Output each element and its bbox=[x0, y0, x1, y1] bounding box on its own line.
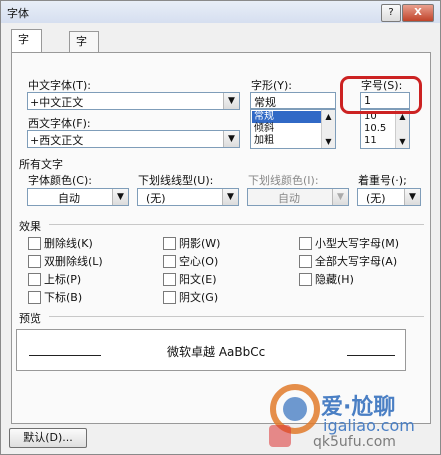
west-font-label: 西文字体(F): bbox=[28, 117, 91, 130]
title-bar: 字体 ? X bbox=[1, 1, 440, 23]
emphasis-value: (无) bbox=[366, 192, 386, 205]
scroll-down-icon[interactable]: ▼ bbox=[396, 135, 409, 148]
style-option-italic[interactable]: 倾斜 bbox=[252, 123, 321, 135]
emphasis-select[interactable]: (无) ▼ bbox=[357, 188, 421, 206]
cn-font-select[interactable]: +中文正文 ▼ bbox=[27, 92, 240, 110]
window-title: 字体 bbox=[7, 7, 29, 20]
style-input-value: 常规 bbox=[254, 96, 276, 109]
font-color-select[interactable]: 自动 ▼ bbox=[27, 188, 129, 206]
all-caps-checkbox[interactable] bbox=[299, 255, 312, 268]
font-color-value: 自动 bbox=[58, 192, 80, 205]
scroll-down-icon[interactable]: ▼ bbox=[322, 135, 335, 148]
emboss-label: 阳文(E) bbox=[179, 273, 217, 286]
watermark-domain: igaliao.com bbox=[323, 416, 415, 435]
outline-label: 空心(O) bbox=[179, 255, 219, 268]
west-font-select[interactable]: +西文正文 ▼ bbox=[27, 130, 240, 148]
hidden-label: 隐藏(H) bbox=[315, 273, 354, 286]
size-list[interactable]: 10 10.5 11 ▲ ▼ bbox=[360, 109, 410, 149]
double-strikethrough-label: 双删除线(L) bbox=[44, 255, 103, 268]
cn-font-value: +中文正文 bbox=[30, 96, 84, 109]
underline-color-value: 自动 bbox=[278, 192, 300, 205]
divider bbox=[49, 224, 424, 225]
underline-color-select: 自动 ▼ bbox=[247, 188, 349, 206]
cn-font-label: 中文字体(T): bbox=[28, 79, 92, 92]
superscript-label: 上标(P) bbox=[44, 273, 82, 286]
style-option-bold[interactable]: 加粗 bbox=[252, 135, 321, 147]
superscript-checkbox[interactable] bbox=[28, 273, 41, 286]
size-option[interactable]: 10.5 bbox=[362, 123, 395, 135]
style-input[interactable]: 常规 bbox=[250, 92, 336, 109]
preview-box: 微软卓越 AaBbCc bbox=[16, 329, 406, 371]
chevron-down-icon[interactable]: ▼ bbox=[222, 189, 238, 205]
tab-font[interactable]: 字体(N) bbox=[11, 29, 42, 86]
engrave-label: 阴文(G) bbox=[179, 291, 219, 304]
preview-sample-text: 微软卓越 AaBbCc bbox=[167, 345, 266, 359]
style-option-regular[interactable]: 常规 bbox=[252, 111, 321, 123]
style-label: 字形(Y): bbox=[251, 79, 293, 92]
small-caps-checkbox[interactable] bbox=[299, 237, 312, 250]
close-button[interactable]: X bbox=[402, 4, 434, 22]
style-scrollbar[interactable]: ▲ ▼ bbox=[321, 110, 335, 148]
underline-value: (无) bbox=[146, 192, 166, 205]
underline-color-label: 下划线颜色(I): bbox=[248, 174, 319, 187]
emboss-checkbox[interactable] bbox=[163, 273, 176, 286]
chevron-down-icon: ▼ bbox=[332, 189, 348, 205]
divider bbox=[49, 316, 424, 317]
style-list[interactable]: 常规 倾斜 加粗 ▲ ▼ bbox=[250, 109, 336, 149]
chevron-down-icon[interactable]: ▼ bbox=[223, 131, 239, 147]
underline-label: 下划线线型(U): bbox=[138, 174, 214, 187]
chevron-down-icon[interactable]: ▼ bbox=[223, 93, 239, 109]
annotation-highlight bbox=[340, 76, 422, 114]
tab-char-spacing[interactable]: 字符间距(R) bbox=[69, 31, 100, 128]
shadow-checkbox[interactable] bbox=[163, 237, 176, 250]
all-caps-label: 全部大写字母(A) bbox=[315, 255, 398, 268]
small-caps-label: 小型大写字母(M) bbox=[315, 237, 400, 250]
baseline-right bbox=[347, 355, 395, 356]
strikethrough-checkbox[interactable] bbox=[28, 237, 41, 250]
subscript-checkbox[interactable] bbox=[28, 291, 41, 304]
font-color-label: 字体颜色(C): bbox=[28, 174, 92, 187]
preview-section-label: 预览 bbox=[19, 312, 41, 325]
double-strikethrough-checkbox[interactable] bbox=[28, 255, 41, 268]
hidden-checkbox[interactable] bbox=[299, 273, 312, 286]
chevron-down-icon[interactable]: ▼ bbox=[404, 189, 420, 205]
west-font-value: +西文正文 bbox=[30, 134, 84, 147]
size-option[interactable]: 11 bbox=[362, 135, 395, 147]
strikethrough-label: 删除线(K) bbox=[44, 237, 93, 250]
subscript-label: 下标(B) bbox=[44, 291, 83, 304]
font-dialog: 字体 ? X 字体(N) 字符间距(R) 中文字体(T): +中文正文 ▼ 西文… bbox=[0, 0, 441, 455]
all-text-section-label: 所有文字 bbox=[19, 158, 63, 171]
shadow-label: 阴影(W) bbox=[179, 237, 221, 250]
engrave-checkbox[interactable] bbox=[163, 291, 176, 304]
help-button[interactable]: ? bbox=[381, 4, 401, 22]
default-button[interactable]: 默认(D)... bbox=[9, 428, 87, 448]
underline-select[interactable]: (无) ▼ bbox=[137, 188, 239, 206]
watermark-domain-2: qk5ufu.com bbox=[313, 434, 396, 450]
emphasis-label: 着重号(·); bbox=[358, 174, 407, 187]
outline-checkbox[interactable] bbox=[163, 255, 176, 268]
effects-section-label: 效果 bbox=[19, 220, 41, 233]
chevron-down-icon[interactable]: ▼ bbox=[112, 189, 128, 205]
scroll-up-icon[interactable]: ▲ bbox=[322, 110, 335, 123]
baseline-left bbox=[29, 355, 101, 356]
size-scrollbar[interactable]: ▲ ▼ bbox=[395, 110, 409, 148]
